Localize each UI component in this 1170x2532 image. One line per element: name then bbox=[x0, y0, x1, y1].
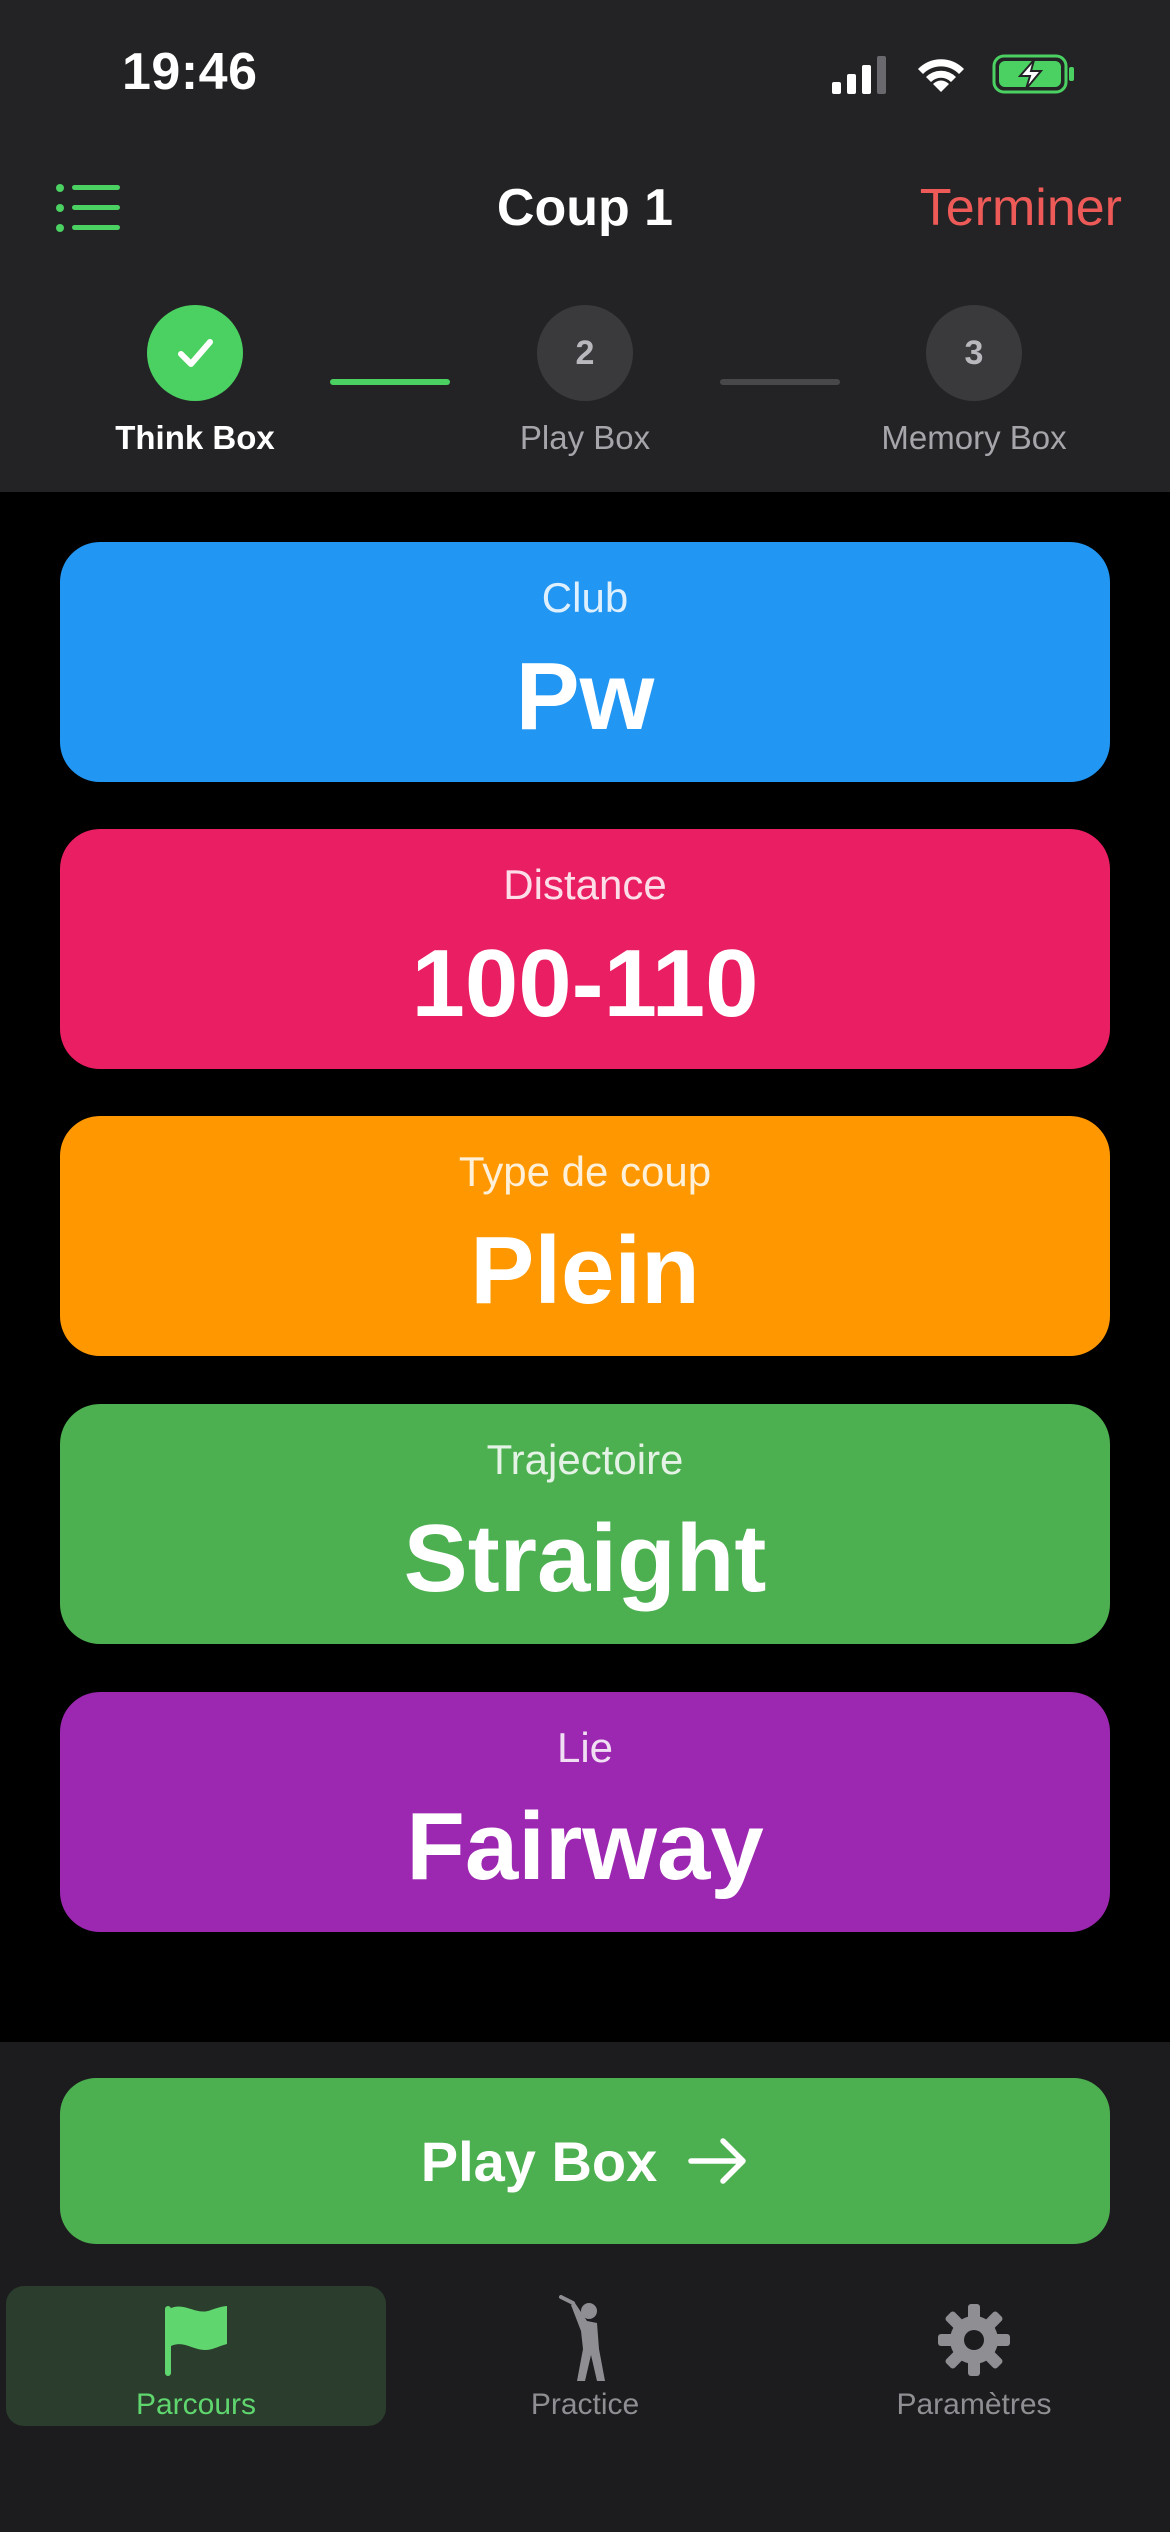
card-value: Pw bbox=[515, 643, 655, 750]
tab-label: Parcours bbox=[135, 2388, 257, 2421]
card-label: Type de coup bbox=[458, 1148, 712, 1195]
tab-bar: Parcours Practice Paramètres bbox=[0, 2286, 1170, 2426]
stepper: Think Box 2 Play Box 3 Memory Box bbox=[0, 305, 1170, 457]
club-card[interactable]: Club Pw bbox=[60, 542, 1110, 782]
play-box-button-label: Play Box bbox=[420, 2129, 658, 2193]
card-label: Trajectoire bbox=[486, 1436, 684, 1483]
status-icons bbox=[830, 52, 1076, 96]
tab-parametres[interactable]: Paramètres bbox=[784, 2286, 1164, 2426]
card-value: Fairway bbox=[406, 1793, 764, 1900]
step-think-box[interactable]: Think Box bbox=[45, 305, 345, 457]
arrow-right-icon bbox=[688, 2138, 747, 2184]
shot-type-card[interactable]: Type de coup Plein bbox=[60, 1116, 1110, 1356]
step-circle-done bbox=[147, 305, 243, 401]
step-label: Memory Box bbox=[881, 419, 1067, 456]
card-label: Lie bbox=[556, 1724, 614, 1771]
step-label: Think Box bbox=[115, 419, 275, 456]
trajectory-card[interactable]: Trajectoire Straight bbox=[60, 1404, 1110, 1644]
card-label: Distance bbox=[503, 861, 667, 908]
card-value: 100-110 bbox=[411, 930, 759, 1037]
step-connector-1 bbox=[330, 379, 450, 385]
step-memory-box[interactable]: 3 Memory Box bbox=[824, 305, 1124, 457]
tab-parcours[interactable]: Parcours bbox=[6, 2286, 386, 2426]
tab-label: Practice bbox=[530, 2388, 640, 2421]
tab-practice[interactable]: Practice bbox=[395, 2286, 775, 2426]
card-label: Club bbox=[541, 574, 629, 621]
wifi-icon bbox=[918, 59, 964, 92]
status-time: 19:46 bbox=[122, 43, 258, 101]
step-circle: 2 bbox=[537, 305, 633, 401]
nav-bar: Coup 1 Terminer bbox=[0, 170, 1170, 246]
golfer-icon bbox=[559, 2295, 605, 2381]
gear-icon bbox=[938, 2304, 1010, 2376]
card-value: Plein bbox=[470, 1217, 700, 1324]
step-circle: 3 bbox=[926, 305, 1022, 401]
play-box-button[interactable]: Play Box bbox=[60, 2078, 1110, 2244]
step-connector-2 bbox=[720, 379, 840, 385]
signal-icon bbox=[832, 56, 886, 94]
step-label: Play Box bbox=[519, 419, 651, 456]
battery-charging-icon bbox=[992, 54, 1074, 94]
lie-card[interactable]: Lie Fairway bbox=[60, 1692, 1110, 1932]
tab-label: Paramètres bbox=[896, 2388, 1052, 2421]
step-play-box[interactable]: 2 Play Box bbox=[435, 305, 735, 457]
flag-icon bbox=[165, 2306, 227, 2376]
card-value: Straight bbox=[403, 1505, 767, 1612]
distance-card[interactable]: Distance 100-110 bbox=[60, 829, 1110, 1069]
check-icon bbox=[178, 339, 213, 367]
finish-button[interactable]: Terminer bbox=[920, 178, 1122, 238]
